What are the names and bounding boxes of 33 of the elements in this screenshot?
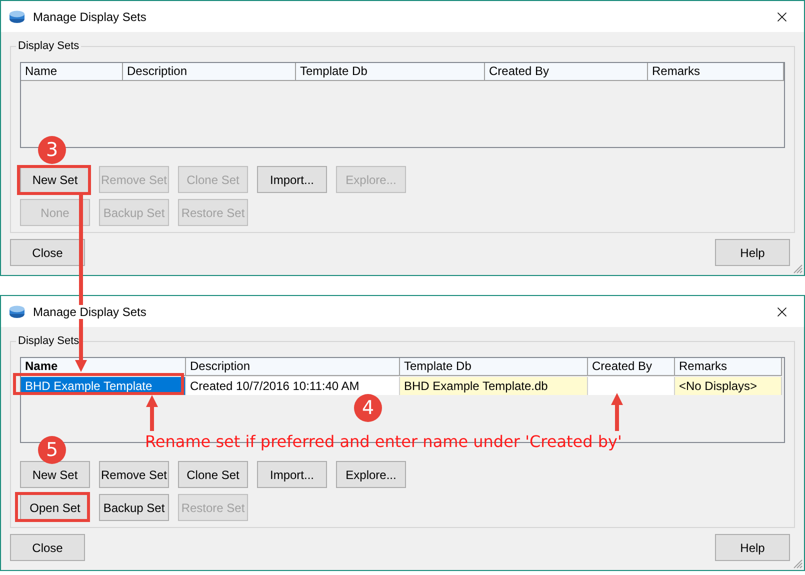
dialog-button[interactable]: Backup Set [99,494,169,521]
group-label: Display Sets [16,38,82,54]
table-cell: <No Displays> [675,377,782,395]
dialog-button[interactable]: Help [715,239,790,266]
up-arrow [610,393,624,431]
window-title: Manage Display Sets [33,10,146,24]
column-header[interactable]: Remarks [648,63,784,81]
table-cell: Created 10/7/2016 10:11:40 AM [186,377,400,395]
dialog-button[interactable]: Import... [257,461,327,488]
database-icon [9,304,25,318]
column-header[interactable]: Remarks [675,358,782,376]
dialog-button[interactable]: Explore... [336,461,406,488]
column-header[interactable]: Description [186,358,400,376]
table-cell: BHD Example Template.db [400,377,588,395]
dialog-button[interactable]: Close [10,534,85,561]
column-header[interactable]: Created By [588,358,675,376]
dialog-button[interactable]: Help [715,534,790,561]
dialog-button[interactable]: Clone Set [178,461,248,488]
column-header[interactable]: Name [21,63,123,81]
resize-grip-icon[interactable] [793,559,803,569]
column-header[interactable]: Template Db [400,358,588,376]
column-header[interactable]: Template Db [296,63,485,81]
up-arrow [145,395,159,431]
database-icon [9,10,25,24]
window-title: Manage Display Sets [33,304,146,318]
dialog-button[interactable]: Import... [257,166,327,193]
resize-grip-icon[interactable] [793,264,803,274]
annotation-note: Rename set if preferred and enter name under 'Created by' [145,431,622,453]
column-header[interactable]: Created By [485,63,648,81]
dialog-button[interactable]: Close [10,239,85,266]
dialog-button[interactable]: New Set [20,461,90,488]
column-header[interactable]: Description [123,63,296,81]
dialog-button[interactable]: Remove Set [99,461,169,488]
